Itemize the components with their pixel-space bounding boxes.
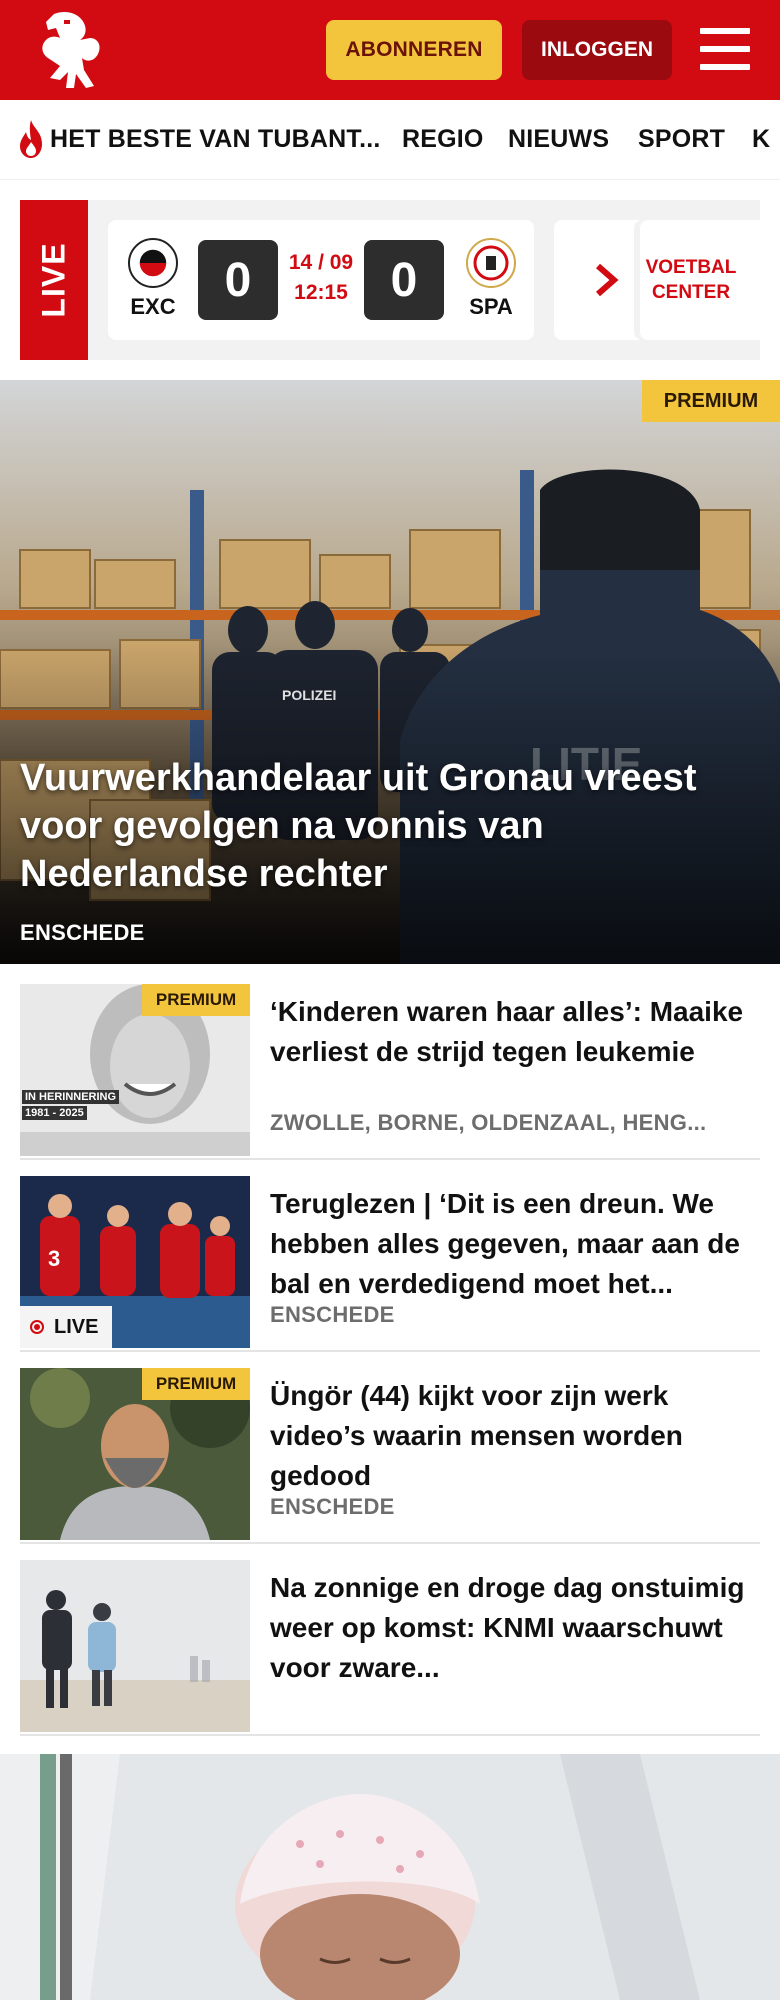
article-item[interactable]: PREMIUM Üngör (44) kijkt voor zijn werk … bbox=[20, 1368, 760, 1544]
login-button[interactable]: INLOGGEN bbox=[522, 20, 672, 80]
home-score: 0 bbox=[198, 240, 278, 320]
nav-item-best-of[interactable]: HET BESTE VAN TUBANT... bbox=[50, 125, 381, 154]
nav-item-nieuws[interactable]: NIEUWS bbox=[508, 125, 609, 154]
live-scoreboard: LIVE EXC 0 14 / 09 12:15 0 SPA VOETBAL C… bbox=[20, 200, 760, 360]
chevron-right-icon[interactable] bbox=[594, 262, 620, 298]
premium-badge: PREMIUM bbox=[142, 1368, 250, 1400]
nav-item-more[interactable]: K bbox=[752, 125, 770, 154]
article-item[interactable]: Na zonnige en droge dag onstuimig weer o… bbox=[20, 1560, 760, 1736]
horse-logo-icon[interactable] bbox=[34, 8, 106, 92]
beach-image bbox=[20, 1560, 250, 1732]
article-title[interactable]: Na zonnige en droge dag onstuimig weer o… bbox=[270, 1568, 760, 1688]
next-card: VOETBAL CENTER bbox=[554, 220, 760, 340]
live-chip: LIVE bbox=[20, 1306, 112, 1348]
article-title[interactable]: Üngör (44) kijkt voor zijn werk video’s … bbox=[270, 1376, 760, 1496]
next-article-image[interactable] bbox=[0, 1754, 780, 2000]
premium-badge: PREMIUM bbox=[642, 380, 780, 422]
article-location: ZWOLLE, BORNE, OLDENZAAL, HENG... bbox=[270, 1110, 707, 1135]
thumb-years: 1981 - 2025 bbox=[22, 1106, 87, 1120]
hero-location: ENSCHEDE bbox=[20, 920, 145, 945]
away-team-code: SPA bbox=[469, 294, 513, 319]
baby-image bbox=[0, 1754, 780, 2000]
nav-item-regio[interactable]: REGIO bbox=[402, 125, 484, 154]
article-item[interactable]: 3 LIVE Teruglezen | ‘Dit is een dreun. W… bbox=[20, 1176, 760, 1352]
article-thumbnail: IN HERINNERING 1981 - 2025 PREMIUM bbox=[20, 984, 250, 1156]
flame-icon bbox=[20, 120, 42, 158]
article-thumbnail: 3 LIVE bbox=[20, 1176, 250, 1348]
article-title[interactable]: Teruglezen | ‘Dit is een dreun. We hebbe… bbox=[270, 1184, 760, 1304]
article-title[interactable]: ‘Kinderen waren haar alles’: Maaike verl… bbox=[270, 992, 760, 1072]
svg-text:3: 3 bbox=[48, 1246, 60, 1271]
live-dot-icon bbox=[30, 1320, 44, 1334]
sparta-crest-icon bbox=[466, 238, 516, 288]
section-nav: HET BESTE VAN TUBANT... REGIO NIEUWS SPO… bbox=[0, 100, 780, 180]
away-score: 0 bbox=[364, 240, 444, 320]
article-location: ENSCHEDE bbox=[270, 1302, 395, 1327]
article-thumbnail bbox=[20, 1560, 250, 1732]
hero-title[interactable]: Vuurwerkhandelaar uit Gronau vreest voor… bbox=[20, 754, 760, 898]
excelsior-crest-icon bbox=[128, 238, 178, 288]
article-item[interactable]: IN HERINNERING 1981 - 2025 PREMIUM ‘Kind… bbox=[20, 984, 760, 1160]
hero-article[interactable]: POLIZEI LITIE PREMIUM Vuurwerkhandelaar … bbox=[0, 380, 780, 964]
menu-icon[interactable] bbox=[700, 26, 750, 72]
voetbal-center-link[interactable]: VOETBAL CENTER bbox=[640, 220, 742, 340]
thumb-caption: IN HERINNERING bbox=[22, 1090, 120, 1104]
subscribe-button[interactable]: ABONNEREN bbox=[326, 20, 502, 80]
article-location: ENSCHEDE bbox=[270, 1494, 395, 1519]
article-thumbnail: PREMIUM bbox=[20, 1368, 250, 1540]
live-badge: LIVE bbox=[20, 200, 88, 360]
match-datetime: 14 / 09 12:15 bbox=[288, 251, 354, 304]
premium-badge: PREMIUM bbox=[142, 984, 250, 1016]
match-card[interactable]: EXC 0 14 / 09 12:15 0 SPA bbox=[108, 220, 534, 340]
home-team-code: EXC bbox=[130, 294, 176, 319]
nav-item-sport[interactable]: SPORT bbox=[638, 125, 725, 154]
top-bar: ABONNEREN INLOGGEN bbox=[0, 0, 780, 100]
